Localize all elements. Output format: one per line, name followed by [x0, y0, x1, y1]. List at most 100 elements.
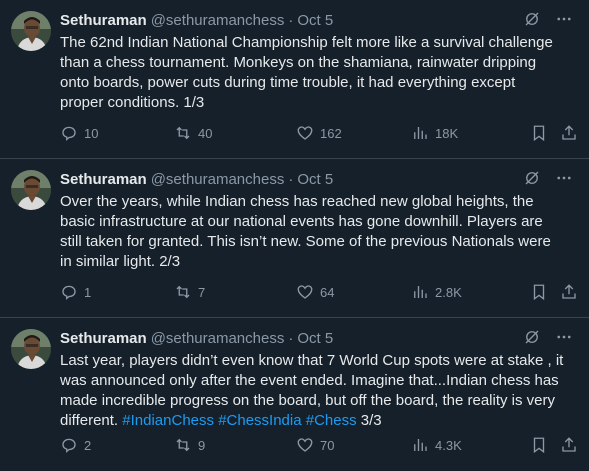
tweet-actions: 2 9 70 4.3K: [60, 434, 581, 456]
repost-button[interactable]: 7: [174, 283, 205, 301]
tweet-text: Last year, players didn’t even know that…: [60, 351, 580, 431]
share-icon: [562, 125, 576, 140]
heart-icon: [297, 438, 313, 452]
more-options-icon[interactable]: [555, 169, 573, 187]
avatar-image: [11, 11, 51, 51]
grok-icon[interactable]: [523, 169, 541, 187]
tweet-text: The 62nd Indian National Championship fe…: [60, 33, 580, 113]
like-button[interactable]: 64: [296, 283, 334, 301]
tweet-text: Over the years, while Indian chess has r…: [60, 192, 580, 272]
avatar[interactable]: [11, 329, 51, 369]
views-count: 18K: [435, 125, 459, 141]
like-count: 70: [320, 437, 335, 453]
repost-count: 7: [198, 284, 206, 300]
avatar[interactable]: [11, 170, 51, 210]
tweet-header: Sethuraman @sethuramanchess · Oct 5: [60, 10, 573, 30]
reply-icon: [62, 126, 76, 141]
tweet-line: different. #IndianChess #ChessIndia #Che…: [60, 411, 580, 431]
separator-dot: ·: [288, 170, 294, 188]
tweet-header: Sethuraman @sethuramanchess · Oct 5: [60, 169, 573, 189]
share-icon: [562, 437, 576, 452]
repost-button[interactable]: 40: [174, 124, 212, 142]
grok-icon[interactable]: [523, 328, 541, 346]
views-button[interactable]: 2.8K: [411, 283, 462, 301]
bookmark-button[interactable]: [530, 436, 548, 454]
author-handle[interactable]: @sethuramanchess: [151, 12, 285, 29]
author-handle[interactable]: @sethuramanchess: [151, 330, 285, 347]
avatar[interactable]: [11, 11, 51, 51]
tweet-actions: 10 40 162 18K: [60, 122, 581, 144]
bookmark-icon: [533, 125, 545, 142]
tweet-line: in similar light. 2/3: [60, 253, 181, 270]
heart-icon: [297, 126, 313, 140]
tweet-line: than a chess tournament. Monkeys on the …: [60, 54, 537, 71]
tweet-3[interactable]: Sethuraman @sethuramanchess · Oct 5 Last…: [0, 318, 589, 471]
repost-icon: [176, 438, 190, 452]
bookmark-button[interactable]: [530, 124, 548, 142]
reply-button[interactable]: 2: [60, 436, 91, 454]
repost-count: 40: [198, 125, 213, 141]
reply-count: 2: [84, 437, 92, 453]
bookmark-button[interactable]: [530, 283, 548, 301]
bookmark-icon: [533, 437, 545, 454]
separator-dot: ·: [288, 329, 294, 347]
reply-icon: [62, 285, 76, 300]
like-count: 162: [320, 125, 342, 141]
tweet-date[interactable]: Oct 5: [297, 330, 333, 347]
tweet-line: basic infrastructure at our national eve…: [60, 213, 543, 230]
share-icon: [562, 284, 576, 299]
views-count: 4.3K: [435, 437, 462, 453]
reply-count: 1: [84, 284, 92, 300]
tweet-line: made incredible progress on the board, b…: [60, 392, 556, 409]
separator-dot: ·: [288, 11, 294, 29]
repost-icon: [176, 285, 190, 299]
tweet-line: Over the years, while Indian chess has r…: [60, 193, 534, 210]
tweet-text-fragment: different.: [60, 412, 119, 429]
views-icon: [414, 286, 427, 298]
views-icon: [414, 439, 427, 451]
views-button[interactable]: 4.3K: [411, 436, 462, 454]
tweet-1[interactable]: Sethuraman @sethuramanchess · Oct 5 The …: [0, 0, 589, 159]
views-button[interactable]: 18K: [411, 124, 458, 142]
share-button[interactable]: [560, 124, 578, 142]
repost-count: 9: [198, 437, 206, 453]
hashtag-link[interactable]: #Chess: [306, 412, 357, 429]
tweet-date[interactable]: Oct 5: [297, 12, 333, 29]
tweet-line: Last year, players didn’t even know that…: [60, 352, 564, 369]
avatar-image: [11, 329, 51, 369]
like-button[interactable]: 70: [296, 436, 334, 454]
repost-button[interactable]: 9: [174, 436, 205, 454]
reply-button[interactable]: 10: [60, 124, 98, 142]
hashtag-link[interactable]: #ChessIndia: [218, 412, 301, 429]
reply-count: 10: [84, 125, 99, 141]
author-name[interactable]: Sethuraman: [60, 330, 147, 347]
heart-icon: [297, 285, 313, 299]
tweet-date[interactable]: Oct 5: [297, 171, 333, 188]
tweet-line: proper conditions. 1/3: [60, 94, 205, 111]
tweet-line: onto boards, power cuts during time trou…: [60, 74, 516, 91]
share-button[interactable]: [560, 283, 578, 301]
reply-button[interactable]: 1: [60, 283, 91, 301]
grok-icon[interactable]: [523, 10, 541, 28]
repost-icon: [176, 126, 190, 140]
author-name[interactable]: Sethuraman: [60, 171, 147, 188]
more-options-icon[interactable]: [555, 328, 573, 346]
views-icon: [414, 127, 427, 139]
tweet-text-fragment: 3/3: [360, 412, 382, 429]
tweet-2[interactable]: Sethuraman @sethuramanchess · Oct 5 Over…: [0, 159, 589, 318]
author-handle[interactable]: @sethuramanchess: [151, 171, 285, 188]
like-button[interactable]: 162: [296, 124, 342, 142]
hashtag-link[interactable]: #IndianChess: [122, 412, 214, 429]
tweet-header: Sethuraman @sethuramanchess · Oct 5: [60, 328, 573, 348]
bookmark-icon: [533, 284, 545, 301]
avatar-image: [11, 170, 51, 210]
like-count: 64: [320, 284, 335, 300]
tweet-actions: 1 7 64 2.8K: [60, 281, 581, 303]
author-name[interactable]: Sethuraman: [60, 12, 147, 29]
tweet-line: still taken for granted. This isn’t new.…: [60, 233, 551, 250]
tweet-line: was announced only after the event ended…: [60, 372, 559, 389]
share-button[interactable]: [560, 436, 578, 454]
more-options-icon[interactable]: [555, 10, 573, 28]
views-count: 2.8K: [435, 284, 462, 300]
tweet-line: The 62nd Indian National Championship fe…: [60, 34, 553, 51]
